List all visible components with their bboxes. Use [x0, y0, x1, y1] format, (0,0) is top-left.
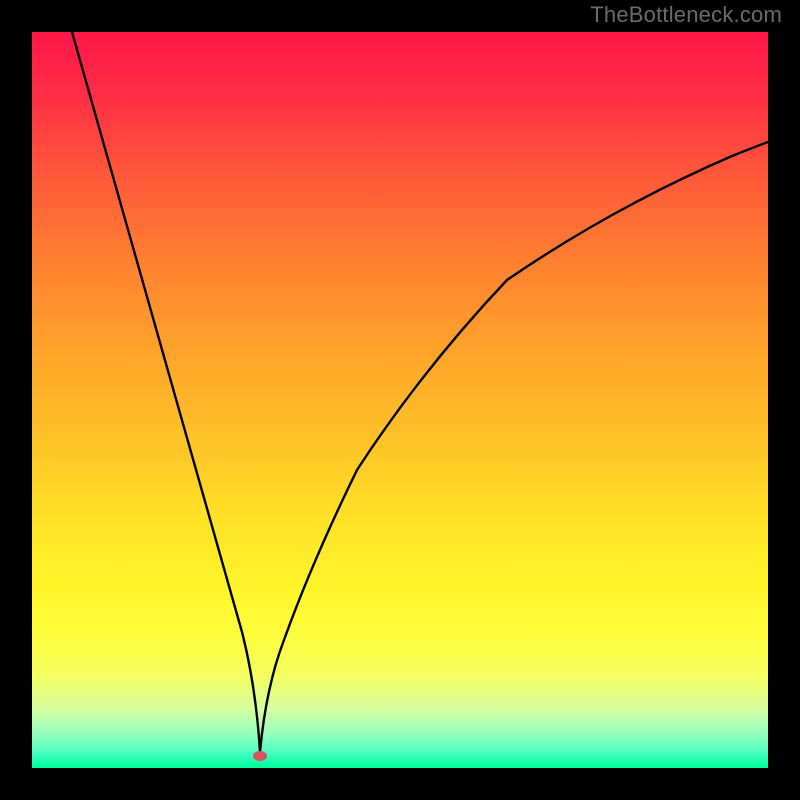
chart-frame: TheBottleneck.com	[0, 0, 800, 800]
bottleneck-curve	[72, 32, 768, 752]
minimum-marker	[253, 751, 267, 761]
watermark: TheBottleneck.com	[590, 2, 782, 28]
curve-layer	[32, 32, 768, 768]
